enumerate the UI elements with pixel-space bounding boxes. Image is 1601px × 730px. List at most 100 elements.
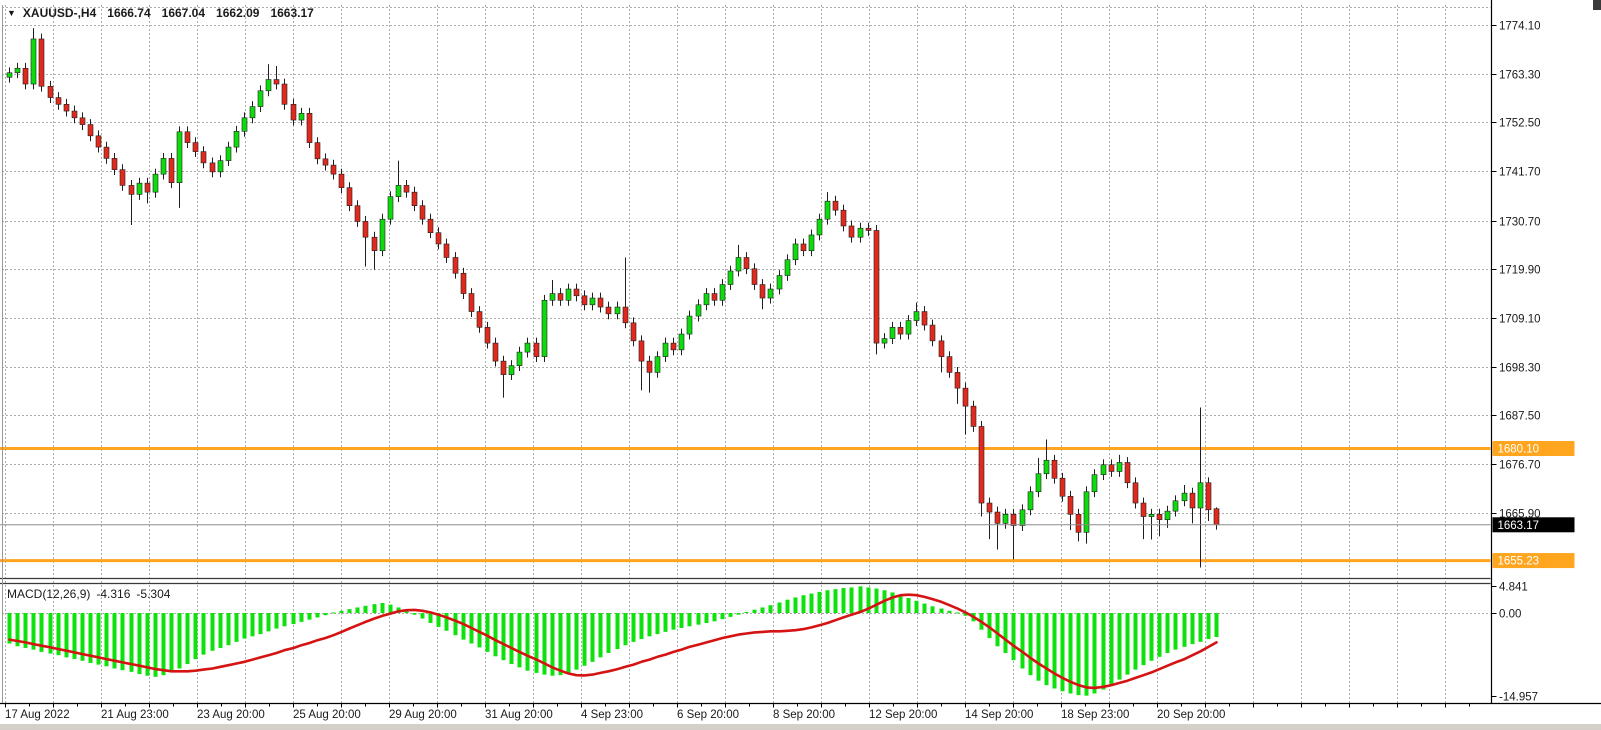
bull-candle — [663, 343, 668, 357]
bear-candle — [534, 343, 539, 357]
macd-histogram-bar — [567, 613, 571, 673]
bear-candle — [307, 113, 312, 142]
bear-candle — [866, 228, 871, 230]
bull-candle — [250, 107, 255, 118]
bear-candle — [947, 357, 952, 373]
bull-candle — [1092, 475, 1097, 492]
bear-candle — [120, 170, 125, 186]
date-label: 6 Sep 20:00 — [677, 709, 739, 721]
window-bottom-strip — [0, 724, 1601, 730]
current-price-tag-text: 1663.17 — [1498, 520, 1540, 532]
macd-histogram-bar — [1021, 613, 1025, 669]
macd-histogram-bar — [413, 613, 417, 615]
bear-candle — [193, 143, 198, 152]
macd-main-value: -4.316 — [96, 587, 130, 601]
bear-candle — [315, 143, 320, 159]
bear-candle — [72, 111, 77, 118]
macd-histogram-bar — [640, 613, 644, 639]
date-label: 12 Sep 20:00 — [869, 709, 937, 721]
bull-candle — [655, 357, 660, 373]
bear-candle — [939, 341, 944, 357]
bear-candle — [582, 296, 587, 305]
macd-histogram-bar — [1150, 613, 1154, 661]
macd-histogram-bar — [316, 613, 320, 617]
bull-candle — [542, 300, 547, 356]
bear-candle — [323, 159, 328, 165]
macd-histogram-bar — [1029, 613, 1033, 675]
bear-candle — [1141, 503, 1146, 517]
macd-histogram-bar — [745, 612, 749, 613]
macd-histogram-bar — [591, 613, 595, 662]
macd-signal-value: -5.304 — [136, 587, 170, 601]
bear-candle — [129, 185, 134, 194]
macd-histogram-bar — [891, 592, 895, 613]
ohlc-open-value: 1666.74 — [107, 6, 150, 20]
macd-histogram-bar — [154, 613, 158, 677]
macd-histogram-bar — [1191, 613, 1195, 644]
bull-candle — [1101, 465, 1106, 475]
macd-histogram-bar — [486, 613, 490, 652]
macd-histogram-bar — [1004, 613, 1008, 653]
bull-candle — [793, 244, 798, 260]
macd-histogram-bar — [356, 607, 360, 613]
candlestick-chart-area[interactable]: 1774.101763.301752.501741.701730.701719.… — [0, 0, 1601, 730]
macd-histogram-bar — [737, 613, 741, 615]
bull-candle — [31, 39, 36, 84]
bear-candle — [210, 163, 215, 172]
price-axis-label: 1763.30 — [1499, 70, 1541, 82]
macd-histogram-bar — [1215, 613, 1219, 637]
macd-histogram-bar — [850, 587, 854, 613]
macd-histogram-bar — [875, 589, 879, 613]
bear-candle — [339, 174, 344, 188]
bull-candle — [299, 113, 304, 120]
bull-candle — [679, 334, 684, 350]
macd-histogram-bar — [251, 613, 255, 636]
macd-histogram-bar — [948, 611, 952, 613]
symbol-dropdown-icon[interactable]: ▼ — [7, 8, 16, 18]
macd-histogram-bar — [162, 613, 166, 675]
macd-histogram-bar — [607, 613, 611, 653]
bear-candle — [88, 125, 93, 136]
bear-candle — [874, 230, 879, 343]
macd-histogram-bar — [599, 613, 603, 657]
support-level-tag: 1655.23 — [1493, 553, 1575, 568]
macd-histogram-bar — [664, 613, 668, 632]
macd-histogram-bar — [243, 613, 247, 639]
bear-candle — [598, 298, 603, 307]
macd-histogram-bar — [178, 613, 182, 669]
ohlc-low-value: 1662.09 — [216, 6, 259, 20]
bear-candle — [39, 39, 44, 86]
bull-candle — [566, 289, 571, 300]
macd-indicator-label: MACD(12,26,9)-4.316-5.304 — [7, 587, 170, 601]
bear-candle — [801, 244, 806, 251]
macd-histogram-bar — [834, 589, 838, 613]
bear-candle — [963, 388, 968, 406]
bull-candle — [728, 271, 733, 285]
bear-candle — [1190, 493, 1195, 508]
bull-candle — [266, 80, 271, 91]
bull-candle — [590, 298, 595, 305]
bull-candle — [809, 235, 814, 251]
bull-candle — [914, 312, 919, 321]
bear-candle — [469, 294, 474, 312]
ohlc-close-value: 1663.17 — [270, 6, 313, 20]
bear-candle — [493, 343, 498, 361]
macd-histogram-bar — [454, 613, 458, 635]
macd-histogram-bar — [559, 613, 563, 675]
macd-histogram-bar — [1134, 613, 1138, 670]
chart-header: ▼XAUUSD-,H41666.741667.041662.091663.17 — [7, 6, 314, 20]
bull-candle — [517, 352, 522, 366]
bear-candle — [1076, 514, 1081, 532]
macd-histogram-bar — [1045, 613, 1049, 685]
macd-histogram-bar — [364, 606, 368, 613]
macd-histogram-bar — [1053, 613, 1057, 688]
bull-candle — [687, 316, 692, 334]
bear-candle — [48, 86, 53, 97]
macd-histogram-bar — [656, 613, 660, 634]
date-label: 21 Aug 23:00 — [101, 709, 169, 721]
date-label: 29 Aug 20:00 — [389, 709, 457, 721]
bear-candle — [444, 244, 449, 258]
date-label: 31 Aug 20:00 — [485, 709, 553, 721]
bear-candle — [623, 307, 628, 323]
bear-candle — [291, 104, 296, 120]
